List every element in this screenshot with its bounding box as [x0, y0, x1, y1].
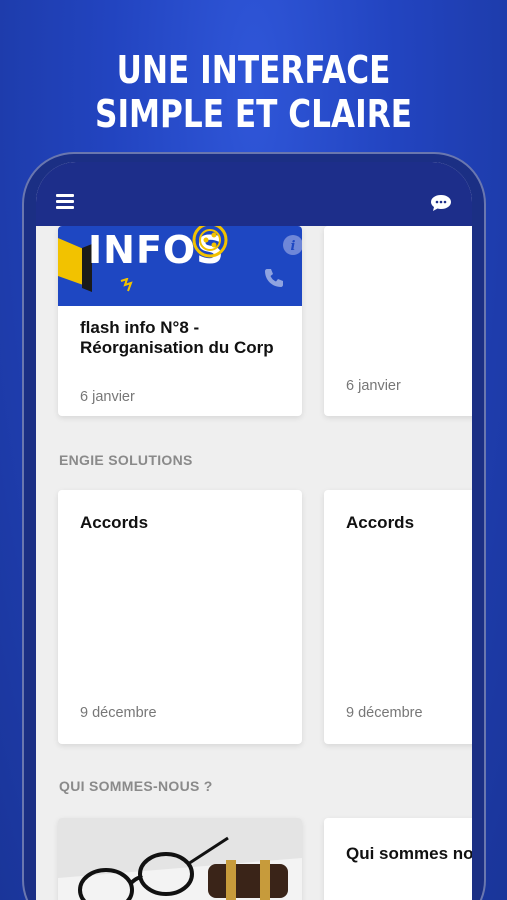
share-circle-icon [192, 226, 228, 258]
agreement-card[interactable]: Accords 9 décembre [58, 490, 302, 744]
phone-icon [265, 269, 283, 287]
headline-line-1: UNE INTERFACE [116, 48, 391, 92]
agreement-card[interactable]: Accords 9 décembre [324, 490, 472, 744]
svg-text:i: i [291, 239, 296, 254]
feed-content: INFOS i flash info N°8 - Réorganisation … [36, 226, 472, 900]
section-title-about-us: QUI SOMMES-NOUS ? [59, 778, 213, 794]
news-card-title: flash info N°8 - Réorganisation du Corp [80, 318, 274, 357]
headline-line-2: SIMPLE ET CLAIRE [95, 92, 412, 136]
about-card[interactable]: Qui sommes nous [324, 818, 472, 900]
section-title-engie-solutions: ENGIE SOLUTIONS [59, 452, 193, 468]
news-card[interactable]: INFOS i flash info N°8 - Réorganisation … [58, 226, 302, 416]
info-icon: i [283, 235, 302, 255]
lightning-icon [120, 278, 133, 292]
glasses-gavel-photo [58, 818, 302, 900]
agreement-card-title: Accords [80, 513, 149, 532]
chat-bubble-icon[interactable] [430, 194, 452, 212]
infos-banner-image: INFOS i [58, 226, 302, 306]
news-card-date: 6 janvier [346, 378, 401, 394]
agreement-card-title: Accords [346, 513, 415, 532]
megaphone-icon [58, 238, 92, 292]
about-card-title: Qui sommes nous [346, 844, 472, 863]
news-card-date: 6 janvier [80, 389, 135, 405]
glasses-and-gavel-image [58, 818, 302, 900]
app-bar [36, 162, 472, 226]
about-card[interactable] [58, 818, 302, 900]
app-screen: INFOS i flash info N°8 - Réorganisation … [36, 162, 472, 900]
news-card[interactable]: 6 janvier [324, 226, 472, 416]
agreement-card-date: 9 décembre [80, 705, 157, 721]
hamburger-menu-icon[interactable] [56, 194, 74, 209]
promo-headline: UNE INTERFACE SIMPLE ET CLAIRE [46, 48, 462, 136]
agreement-card-date: 9 décembre [346, 705, 423, 721]
